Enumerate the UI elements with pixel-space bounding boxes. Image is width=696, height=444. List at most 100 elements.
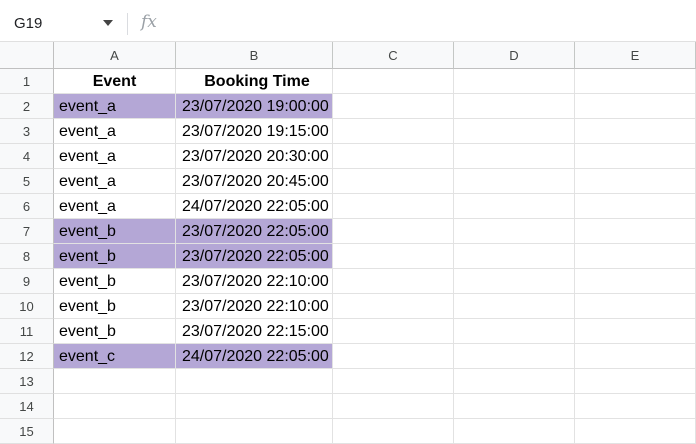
- cell-b1[interactable]: Booking Time: [176, 69, 333, 94]
- column-header-d[interactable]: D: [454, 42, 575, 69]
- cell-e1[interactable]: [575, 69, 696, 94]
- row-header[interactable]: 6: [0, 194, 54, 219]
- cell-b11[interactable]: 23/07/2020 22:15:00: [176, 319, 333, 344]
- cell-c9[interactable]: [333, 269, 454, 294]
- cell-b2[interactable]: 23/07/2020 19:00:00: [176, 94, 333, 119]
- cell-b8[interactable]: 23/07/2020 22:05:00: [176, 244, 333, 269]
- cell-c4[interactable]: [333, 144, 454, 169]
- cell-b6[interactable]: 24/07/2020 22:05:00: [176, 194, 333, 219]
- cell-c11[interactable]: [333, 319, 454, 344]
- cell-e5[interactable]: [575, 169, 696, 194]
- cell-d7[interactable]: [454, 219, 575, 244]
- cell-d9[interactable]: [454, 269, 575, 294]
- cell-b14[interactable]: [176, 394, 333, 419]
- cell-a4[interactable]: event_a: [54, 144, 176, 169]
- cell-b7[interactable]: 23/07/2020 22:05:00: [176, 219, 333, 244]
- cell-e12[interactable]: [575, 344, 696, 369]
- cell-b4[interactable]: 23/07/2020 20:30:00: [176, 144, 333, 169]
- row-header[interactable]: 3: [0, 119, 54, 144]
- cell-d6[interactable]: [454, 194, 575, 219]
- formula-input[interactable]: [170, 8, 690, 38]
- cell-d5[interactable]: [454, 169, 575, 194]
- name-box[interactable]: G19: [14, 15, 42, 32]
- cell-d12[interactable]: [454, 344, 575, 369]
- cell-a1[interactable]: Event: [54, 69, 176, 94]
- cell-b3[interactable]: 23/07/2020 19:15:00: [176, 119, 333, 144]
- fx-icon: fx: [141, 12, 157, 32]
- row-header[interactable]: 2: [0, 94, 54, 119]
- cell-e14[interactable]: [575, 394, 696, 419]
- cell-e3[interactable]: [575, 119, 696, 144]
- cell-e13[interactable]: [575, 369, 696, 394]
- column-header-b[interactable]: B: [176, 42, 333, 69]
- row-header[interactable]: 4: [0, 144, 54, 169]
- cell-d15[interactable]: [454, 419, 575, 444]
- cell-a11[interactable]: event_b: [54, 319, 176, 344]
- cell-e8[interactable]: [575, 244, 696, 269]
- cell-a7[interactable]: event_b: [54, 219, 176, 244]
- cell-d3[interactable]: [454, 119, 575, 144]
- cell-b9[interactable]: 23/07/2020 22:10:00: [176, 269, 333, 294]
- column-header-c[interactable]: C: [333, 42, 454, 69]
- cell-d14[interactable]: [454, 394, 575, 419]
- row-header[interactable]: 7: [0, 219, 54, 244]
- column-header-a[interactable]: A: [54, 42, 176, 69]
- cell-d4[interactable]: [454, 144, 575, 169]
- cell-a14[interactable]: [54, 394, 176, 419]
- cell-a5[interactable]: event_a: [54, 169, 176, 194]
- cell-c7[interactable]: [333, 219, 454, 244]
- cell-a10[interactable]: event_b: [54, 294, 176, 319]
- column-header-e[interactable]: E: [575, 42, 696, 69]
- row-header[interactable]: 12: [0, 344, 54, 369]
- cell-d2[interactable]: [454, 94, 575, 119]
- row-header[interactable]: 11: [0, 319, 54, 344]
- row-header[interactable]: 10: [0, 294, 54, 319]
- cell-d8[interactable]: [454, 244, 575, 269]
- cell-a9[interactable]: event_b: [54, 269, 176, 294]
- chevron-down-icon[interactable]: [103, 20, 113, 26]
- select-all-corner[interactable]: [0, 42, 54, 69]
- cell-e7[interactable]: [575, 219, 696, 244]
- cell-e15[interactable]: [575, 419, 696, 444]
- cell-b12[interactable]: 24/07/2020 22:05:00: [176, 344, 333, 369]
- cell-c10[interactable]: [333, 294, 454, 319]
- cell-c12[interactable]: [333, 344, 454, 369]
- cell-a6[interactable]: event_a: [54, 194, 176, 219]
- cell-e9[interactable]: [575, 269, 696, 294]
- cell-d1[interactable]: [454, 69, 575, 94]
- cell-a2[interactable]: event_a: [54, 94, 176, 119]
- row-header[interactable]: 14: [0, 394, 54, 419]
- row-header[interactable]: 8: [0, 244, 54, 269]
- cell-b5[interactable]: 23/07/2020 20:45:00: [176, 169, 333, 194]
- row-header[interactable]: 15: [0, 419, 54, 444]
- cell-e4[interactable]: [575, 144, 696, 169]
- row-header[interactable]: 1: [0, 69, 54, 94]
- cell-c14[interactable]: [333, 394, 454, 419]
- cell-c15[interactable]: [333, 419, 454, 444]
- row-header[interactable]: 13: [0, 369, 54, 394]
- cell-b10[interactable]: 23/07/2020 22:10:00: [176, 294, 333, 319]
- cell-c3[interactable]: [333, 119, 454, 144]
- cell-d11[interactable]: [454, 319, 575, 344]
- cell-c1[interactable]: [333, 69, 454, 94]
- cell-c5[interactable]: [333, 169, 454, 194]
- cell-a15[interactable]: [54, 419, 176, 444]
- cell-a12[interactable]: event_c: [54, 344, 176, 369]
- cell-e11[interactable]: [575, 319, 696, 344]
- cell-c6[interactable]: [333, 194, 454, 219]
- cell-d13[interactable]: [454, 369, 575, 394]
- cell-a8[interactable]: event_b: [54, 244, 176, 269]
- row-header[interactable]: 9: [0, 269, 54, 294]
- cell-c8[interactable]: [333, 244, 454, 269]
- cell-b15[interactable]: [176, 419, 333, 444]
- row-header[interactable]: 5: [0, 169, 54, 194]
- cell-a13[interactable]: [54, 369, 176, 394]
- cell-e2[interactable]: [575, 94, 696, 119]
- cell-c2[interactable]: [333, 94, 454, 119]
- cell-c13[interactable]: [333, 369, 454, 394]
- cell-e10[interactable]: [575, 294, 696, 319]
- cell-d10[interactable]: [454, 294, 575, 319]
- cell-e6[interactable]: [575, 194, 696, 219]
- cell-b13[interactable]: [176, 369, 333, 394]
- cell-a3[interactable]: event_a: [54, 119, 176, 144]
